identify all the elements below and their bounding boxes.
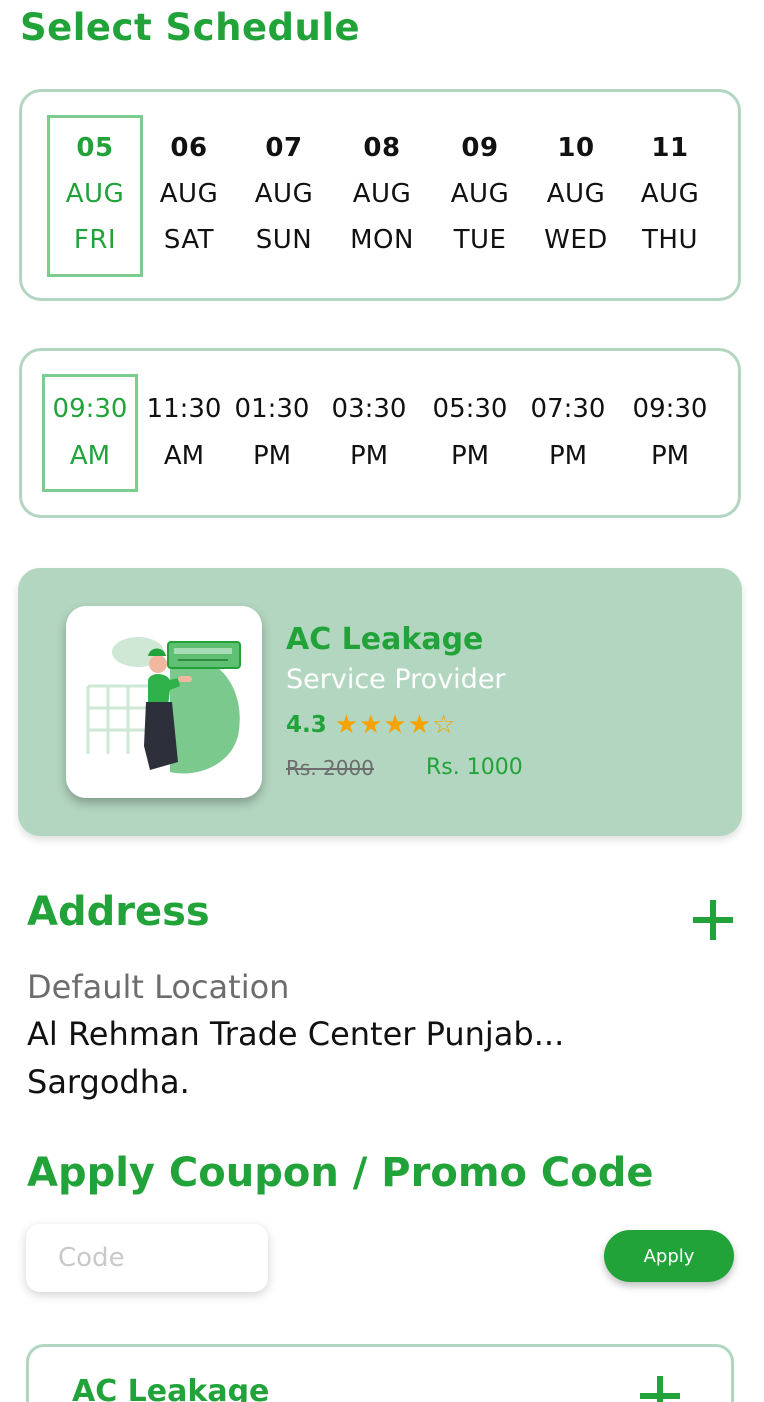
- date-day: 06: [170, 133, 208, 163]
- service-illustration: [66, 606, 262, 798]
- time-value: 07:30: [530, 394, 606, 424]
- time-value: 05:30: [432, 394, 508, 424]
- date-day: 05: [76, 133, 114, 163]
- time-period: AM: [69, 441, 111, 471]
- time-slot[interactable]: 09:30 AM: [42, 374, 138, 492]
- address-heading: Address: [27, 889, 210, 935]
- time-period: PM: [252, 441, 292, 471]
- time-period: PM: [450, 441, 490, 471]
- date-option[interactable]: 08 AUG MON: [334, 115, 430, 277]
- time-slot[interactable]: 07:30 PM: [520, 374, 616, 492]
- date-weekday: SUN: [255, 225, 313, 255]
- date-weekday: SAT: [163, 225, 215, 255]
- star-empty-icon: ☆: [432, 710, 456, 740]
- technician-illustration: [86, 637, 241, 774]
- date-month: AUG: [640, 179, 700, 209]
- original-price: Rs. 2000: [286, 756, 374, 780]
- summary-item-name: AC Leakage: [72, 1374, 270, 1402]
- service-subtitle: Service Provider: [286, 664, 506, 695]
- star-filled-icon: ★: [359, 710, 383, 740]
- time-slot[interactable]: 01:30 PM: [224, 374, 320, 492]
- promo-code-input[interactable]: [26, 1224, 268, 1292]
- address-label: Default Location: [27, 968, 290, 1006]
- star-filled-icon: ★: [383, 710, 407, 740]
- date-day: 07: [265, 133, 303, 163]
- address-line-2: Sargodha.: [27, 1063, 190, 1101]
- time-slot[interactable]: 11:30 AM: [136, 374, 232, 492]
- address-text: Al Rehman Trade Center Punjab... Sargodh…: [27, 1010, 647, 1106]
- date-day: 11: [651, 133, 689, 163]
- date-weekday: TUE: [453, 225, 507, 255]
- discounted-price: Rs. 1000: [426, 755, 523, 780]
- date-option[interactable]: 06 AUG SAT: [141, 115, 237, 277]
- rating-stars: ★★★★☆: [335, 711, 457, 739]
- date-day: 09: [461, 133, 499, 163]
- date-option[interactable]: 07 AUG SUN: [236, 115, 332, 277]
- date-day: 08: [363, 133, 401, 163]
- rating: 4.3 ★★★★☆: [286, 708, 456, 742]
- time-period: PM: [650, 441, 690, 471]
- date-month: AUG: [254, 179, 314, 209]
- date-month: AUG: [159, 179, 219, 209]
- date-weekday: THU: [642, 225, 698, 255]
- time-period: PM: [548, 441, 588, 471]
- date-weekday: WED: [544, 225, 608, 255]
- time-slot[interactable]: 03:30 PM: [321, 374, 417, 492]
- add-item-plus-icon[interactable]: [640, 1376, 680, 1402]
- star-filled-icon: ★: [407, 710, 431, 740]
- add-address-plus-icon[interactable]: [693, 900, 733, 940]
- time-period: AM: [163, 441, 205, 471]
- time-slot[interactable]: 09:30 PM: [622, 374, 718, 492]
- date-option[interactable]: 05 AUG FRI: [47, 115, 143, 277]
- date-month: AUG: [65, 179, 125, 209]
- time-value: 01:30: [234, 394, 310, 424]
- time-value: 03:30: [331, 394, 407, 424]
- time-value: 09:30: [632, 394, 708, 424]
- date-month: AUG: [546, 179, 606, 209]
- date-day: 10: [557, 133, 595, 163]
- date-option[interactable]: 11 AUG THU: [622, 115, 718, 277]
- address-line-1: Al Rehman Trade Center Punjab...: [27, 1015, 565, 1053]
- service-name: AC Leakage: [286, 622, 484, 657]
- star-filled-icon: ★: [334, 710, 359, 740]
- time-value: 09:30: [52, 394, 128, 424]
- date-weekday: FRI: [73, 225, 117, 255]
- time-slot[interactable]: 05:30 PM: [422, 374, 518, 492]
- rating-value: 4.3: [286, 712, 327, 738]
- date-option[interactable]: 10 AUG WED: [528, 115, 624, 277]
- time-period: PM: [349, 441, 389, 471]
- date-option[interactable]: 09 AUG TUE: [432, 115, 528, 277]
- apply-button[interactable]: Apply: [604, 1230, 734, 1282]
- page-title: Select Schedule: [20, 6, 361, 49]
- date-month: AUG: [450, 179, 510, 209]
- coupon-heading: Apply Coupon / Promo Code: [27, 1150, 654, 1196]
- date-weekday: MON: [350, 225, 414, 255]
- time-value: 11:30: [146, 394, 222, 424]
- date-month: AUG: [352, 179, 412, 209]
